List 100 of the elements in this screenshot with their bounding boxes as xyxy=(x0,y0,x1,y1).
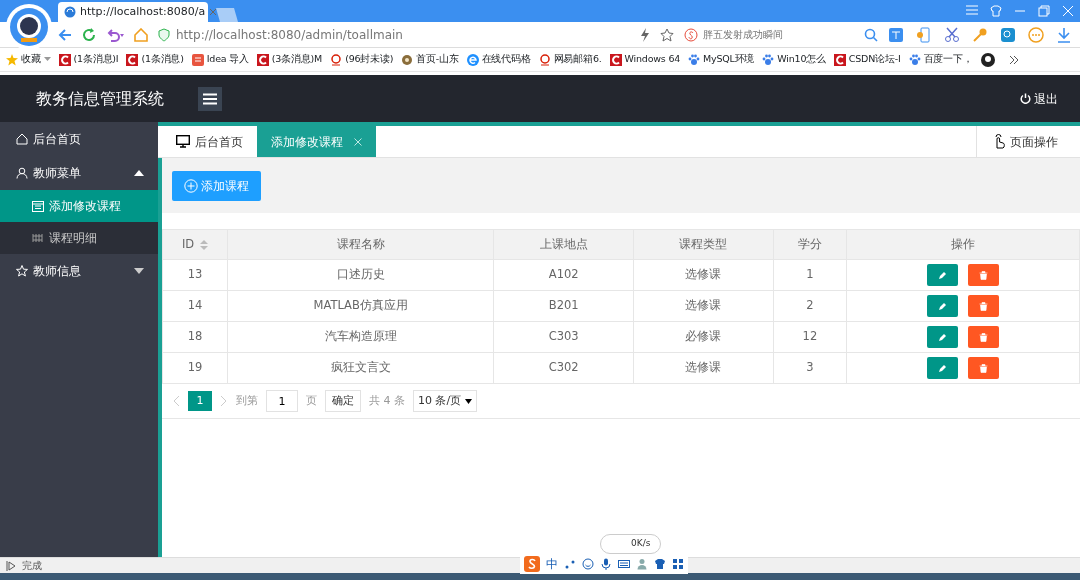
edit-button[interactable] xyxy=(927,295,959,317)
more-icon[interactable] xyxy=(1028,26,1044,43)
phone-icon[interactable] xyxy=(916,26,932,43)
table-cell: 3 xyxy=(773,352,847,384)
pencil-icon xyxy=(938,270,948,280)
square-logo-icon xyxy=(191,53,204,66)
bookmark[interactable]: (3条消息)M xyxy=(256,52,323,67)
punctuation-icon[interactable] xyxy=(564,558,576,570)
grid-icon[interactable] xyxy=(672,558,684,570)
smile-icon[interactable] xyxy=(582,558,594,570)
total-count: 共 4 条 xyxy=(369,392,405,409)
sidebar-subitem[interactable]: 添加修改课程 xyxy=(0,190,158,222)
table-cell: 13 xyxy=(162,259,228,291)
shirt-icon[interactable] xyxy=(654,558,666,570)
bookmark[interactable]: (1条消息)I xyxy=(58,52,119,67)
c-logo-icon xyxy=(256,53,269,66)
bookmark[interactable]: (96封未读) xyxy=(330,52,394,67)
bookmark[interactable]: CSDN论坛-I xyxy=(833,52,901,67)
home-icon[interactable] xyxy=(134,27,148,42)
network-meter: 0K/s xyxy=(600,534,662,554)
bookmark[interactable]: MySQL环境 xyxy=(688,52,755,67)
sidebar-item[interactable]: 教师菜单 xyxy=(0,156,158,190)
download-icon[interactable] xyxy=(1056,26,1072,43)
ime-logo-icon[interactable] xyxy=(524,556,540,572)
bookmark[interactable]: (1条消息) xyxy=(126,52,184,67)
edit-button[interactable] xyxy=(927,264,959,286)
bookmark[interactable]: 百度一下， xyxy=(908,52,973,67)
globe-icon xyxy=(64,6,76,18)
address-field[interactable]: http://localhost:8080/admin/toallmain xyxy=(158,25,630,44)
user-icon xyxy=(16,167,28,179)
sidebar-item[interactable]: 后台首页 xyxy=(0,122,158,156)
lightning-icon[interactable] xyxy=(640,27,650,42)
chevrons-icon[interactable] xyxy=(1008,54,1019,65)
sidebar-subitem[interactable]: 课程明细 xyxy=(0,222,158,254)
monitor-icon xyxy=(176,135,190,148)
person-icon[interactable] xyxy=(636,558,648,570)
shield-icon xyxy=(158,27,170,42)
column-header: 上课地点 xyxy=(493,229,634,260)
page-label: 页 xyxy=(306,392,317,409)
app-title: 教务信息管理系统 xyxy=(36,87,165,110)
column-header[interactable]: ID xyxy=(162,229,228,260)
delete-button[interactable] xyxy=(968,326,1000,348)
menu-icon[interactable] xyxy=(966,5,978,15)
table-cell: 18 xyxy=(162,321,228,353)
grid-icon xyxy=(32,232,44,244)
column-header: 课程名称 xyxy=(227,229,494,260)
table-cell: 1 xyxy=(773,259,847,291)
bookmark[interactable]: Idea 导入 xyxy=(191,52,249,67)
mail-logo-icon xyxy=(538,53,551,66)
edit-button[interactable] xyxy=(927,357,959,379)
scissors-icon[interactable] xyxy=(944,26,960,43)
page-size-select[interactable]: 10 条/页 xyxy=(413,390,478,412)
panel-toggle-icon[interactable] xyxy=(6,560,16,571)
table-cell: 12 xyxy=(773,321,847,353)
bookmark[interactable]: 首页-山东 xyxy=(401,52,459,67)
bookmark[interactable]: Win10怎么 xyxy=(762,52,826,67)
sidebar-item[interactable]: 教师信息 xyxy=(0,254,158,288)
table-cell: 汽车构造原理 xyxy=(227,321,494,353)
edit-button[interactable] xyxy=(927,326,959,348)
delete-button[interactable] xyxy=(968,357,1000,379)
bookmark[interactable]: 网易邮箱6. xyxy=(538,52,602,67)
c-logo-icon xyxy=(126,53,139,66)
table-cell: 疯狂文言文 xyxy=(227,352,494,384)
microphone-icon[interactable] xyxy=(600,558,612,570)
trash-icon xyxy=(979,332,989,342)
delete-button[interactable] xyxy=(968,264,1000,286)
page-input[interactable]: 1 xyxy=(266,390,298,412)
table-cell: MATLAB仿真应用 xyxy=(227,290,494,322)
logout-link[interactable]: 退出 xyxy=(1020,89,1058,108)
trash-icon xyxy=(979,363,989,373)
refresh-icon[interactable] xyxy=(82,27,96,42)
search-engine-icon xyxy=(684,27,698,42)
restore-icon[interactable] xyxy=(1038,5,1050,17)
magnifier-icon[interactable] xyxy=(1000,26,1016,43)
key-icon[interactable] xyxy=(972,26,988,43)
shirt-icon[interactable] xyxy=(990,5,1002,17)
star-icon[interactable] xyxy=(660,27,674,42)
trash-icon xyxy=(979,270,989,280)
c-logo-icon xyxy=(833,53,846,66)
caret-down-icon xyxy=(134,268,144,274)
sort-icon[interactable] xyxy=(200,239,209,250)
bookmark[interactable]: 收藏 xyxy=(6,52,51,67)
back-icon[interactable] xyxy=(58,27,72,42)
translate-icon[interactable] xyxy=(888,26,904,43)
undo-icon[interactable] xyxy=(106,27,124,42)
delete-button[interactable] xyxy=(968,295,1000,317)
keyboard-icon[interactable] xyxy=(618,558,630,570)
column-header: 操作 xyxy=(846,229,1080,260)
page-number-button[interactable]: 1 xyxy=(188,391,212,411)
table-cell: 口述历史 xyxy=(227,259,494,291)
confirm-button[interactable]: 确定 xyxy=(325,390,361,412)
menu-button[interactable] xyxy=(198,86,222,111)
table-cell: 2 xyxy=(773,290,847,322)
caret-up-icon xyxy=(134,170,144,176)
c-logo-icon xyxy=(58,53,71,66)
bookmark[interactable]: 在线代码格 xyxy=(466,52,531,67)
ime-mode[interactable]: 中 xyxy=(546,555,558,573)
new-tab-icon[interactable] xyxy=(214,8,238,22)
search-icon[interactable] xyxy=(864,27,878,42)
bookmark[interactable]: Windows 64 xyxy=(609,52,681,67)
